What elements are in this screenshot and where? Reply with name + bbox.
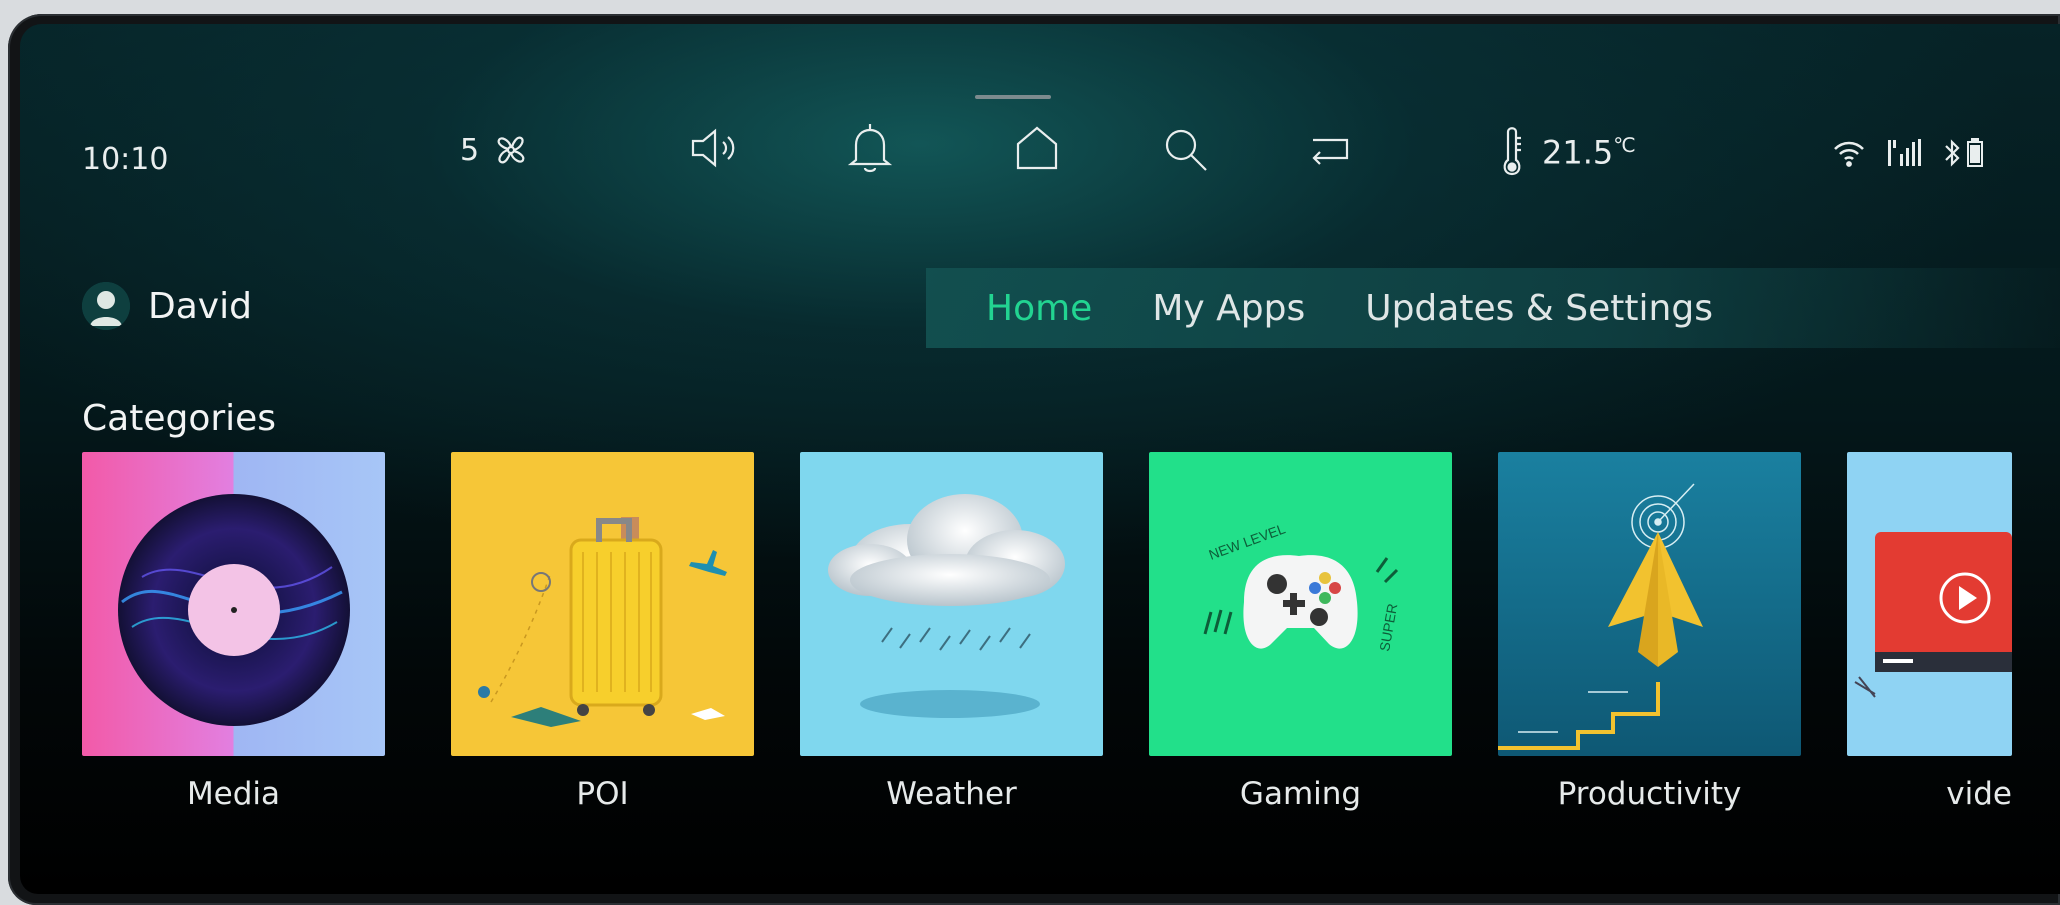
category-label-video: vide — [1946, 776, 2012, 812]
fan-speed: 5 — [460, 132, 480, 168]
clock: 10:10 — [82, 142, 169, 177]
home-indicator[interactable] — [975, 95, 1051, 99]
thermometer-icon — [1498, 124, 1528, 180]
signal-icon — [1886, 138, 1924, 168]
volume-icon[interactable] — [685, 124, 749, 172]
search-icon[interactable] — [1160, 124, 1212, 176]
category-card-poi[interactable] — [451, 452, 754, 756]
rain-cloud-art — [800, 452, 1103, 756]
paper-plane-target-art — [1498, 452, 1801, 756]
connectivity-status — [1832, 138, 1984, 168]
user-profile[interactable]: David — [82, 282, 252, 330]
status-bar: 10:10 5 21.5℃ — [20, 24, 2060, 264]
category-card-gaming[interactable]: NEW LEVEL SUPER — [1149, 452, 1452, 756]
category-card-media[interactable] — [82, 452, 385, 756]
category-card-weather[interactable] — [800, 452, 1103, 756]
return-icon[interactable] — [1305, 130, 1357, 170]
fan-control[interactable]: 5 — [460, 126, 535, 174]
vinyl-record-art — [82, 452, 385, 756]
bluetooth-icon — [1944, 138, 1960, 168]
battery-icon — [1966, 138, 1984, 168]
category-card-video[interactable] — [1847, 452, 2012, 756]
category-card-productivity[interactable] — [1498, 452, 1801, 756]
tab-updates-settings[interactable]: Updates & Settings — [1365, 288, 1713, 329]
home-icon[interactable] — [1012, 122, 1062, 174]
category-label-poi: POI — [576, 776, 629, 812]
infotainment-screen: 10:10 5 21.5℃ David Home My Apps Updates… — [20, 24, 2060, 894]
avatar — [82, 282, 130, 330]
user-name: David — [148, 285, 252, 327]
fan-icon — [487, 126, 535, 174]
game-controller-art: NEW LEVEL SUPER — [1149, 452, 1452, 756]
category-label-productivity: Productivity — [1557, 776, 1742, 812]
tab-home[interactable]: Home — [986, 288, 1092, 329]
category-label-weather: Weather — [886, 776, 1017, 812]
temperature-unit: ℃ — [1613, 132, 1636, 157]
category-label-gaming: Gaming — [1239, 776, 1362, 812]
wifi-icon — [1832, 139, 1866, 167]
bell-icon[interactable] — [844, 120, 896, 176]
temperature-control[interactable]: 21.5℃ — [1498, 124, 1636, 180]
temperature-value: 21.5 — [1542, 133, 1614, 172]
main-navigation-tabs: Home My Apps Updates & Settings — [926, 268, 2060, 348]
category-label-media: Media — [186, 776, 281, 812]
tab-my-apps[interactable]: My Apps — [1152, 288, 1305, 329]
video-player-art — [1847, 452, 2012, 756]
suitcase-art — [451, 452, 754, 756]
categories-heading: Categories — [82, 398, 277, 439]
